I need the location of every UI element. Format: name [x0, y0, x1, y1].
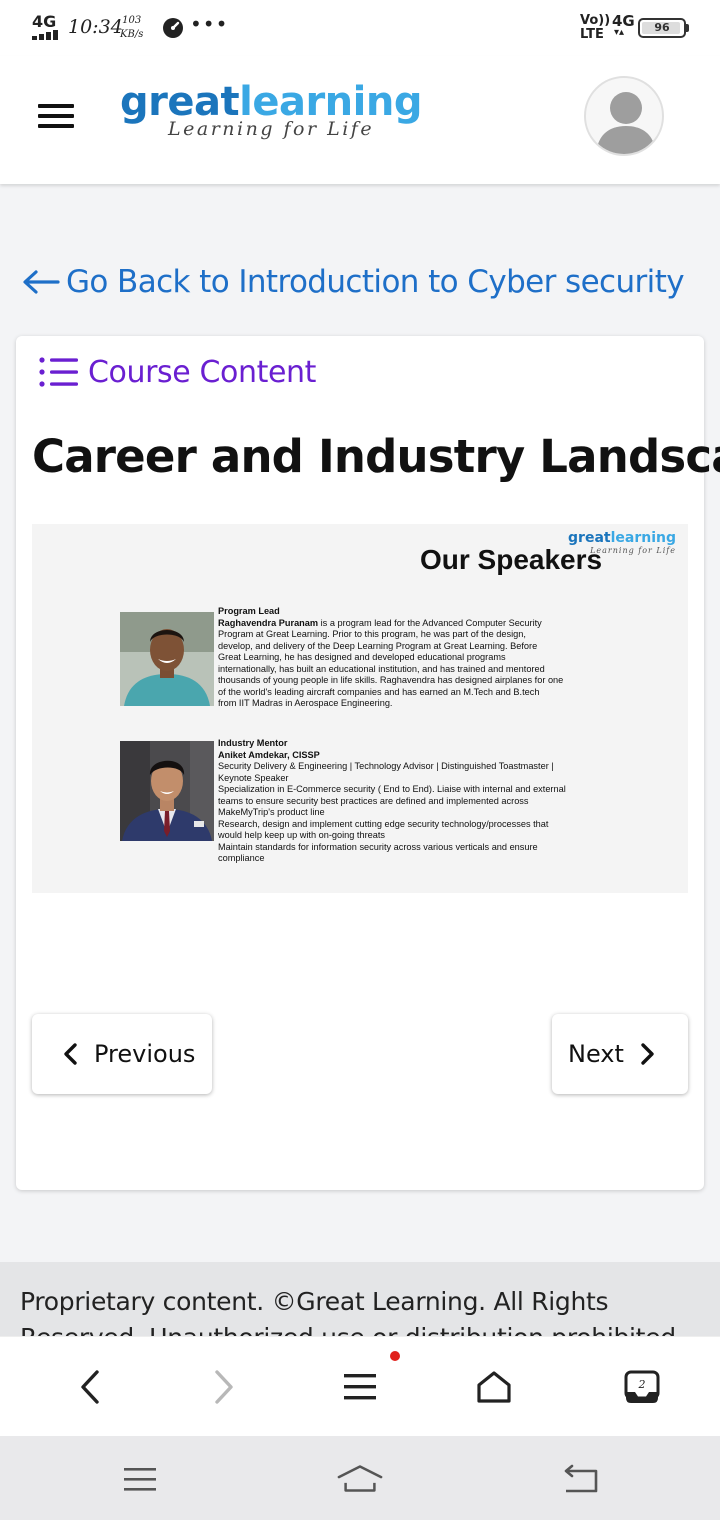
- chevron-right-icon: [641, 1043, 654, 1065]
- notification-dot: [390, 1351, 400, 1361]
- clock: 10:34: [68, 16, 123, 38]
- network-type-right: 4G ▾▴: [612, 12, 635, 38]
- recents-button[interactable]: [116, 1462, 164, 1496]
- network-speed-value: 103: [122, 15, 142, 26]
- speaker-role: Program Lead: [218, 606, 280, 616]
- browser-toolbar: 2: [0, 1336, 720, 1436]
- tabs-count: 2: [638, 1378, 646, 1391]
- previous-button-label: Previous: [94, 1040, 196, 1068]
- speaker-bio-line: is a program lead for the Advanced Compu…: [318, 617, 542, 628]
- course-content-label: Course Content: [88, 354, 316, 390]
- tabs-icon: 2: [624, 1370, 660, 1403]
- home-icon: [337, 1465, 383, 1492]
- network-type-right-label: 4G: [612, 12, 635, 30]
- back-to-course-link[interactable]: Go Back to Introduction to Cyber securit…: [22, 262, 685, 302]
- next-button-label: Next: [568, 1040, 624, 1068]
- app-header: greatlearning Learning for Life: [0, 56, 720, 184]
- speaker-bio-line: develop, and delivery of the Deep Learni…: [218, 640, 538, 651]
- browser-forward-button[interactable]: [200, 1365, 248, 1409]
- previous-button[interactable]: Previous: [32, 1014, 212, 1094]
- great-learning-logo[interactable]: greatlearning Learning for Life: [120, 80, 440, 150]
- speaker-bio-line: of the world's leading aircraft companie…: [218, 686, 540, 697]
- list-icon: [39, 357, 78, 387]
- lesson-card: Course Content Career and Industry Lands…: [16, 336, 720, 1190]
- speaker-bio-line: Keynote Speaker: [218, 772, 289, 783]
- status-bar: 4G 10:34 103 KB/s ••• Vo)) LTE 4G ▾▴ 96: [0, 0, 720, 56]
- next-button[interactable]: Next: [552, 1014, 688, 1094]
- speaker-name: Aniket Amdekar, CISSP: [218, 749, 320, 760]
- slide-logo-learning: learning: [610, 530, 676, 546]
- speaker-bio-line: would help keep up with on-going threats: [218, 830, 386, 840]
- forward-icon: [215, 1370, 233, 1404]
- battery-level: 96: [654, 21, 670, 34]
- speaker-bio-line: thousands of young people in life skills…: [218, 675, 564, 685]
- footer: Proprietary content. ©Great Learning. Al…: [0, 1262, 720, 1336]
- lesson-title: Career and Industry Landscape: [32, 430, 720, 483]
- lte-label: LTE: [580, 27, 604, 42]
- back-link-label: Go Back to Introduction to Cyber securit…: [66, 264, 685, 300]
- recents-icon: [124, 1468, 156, 1491]
- system-home-button[interactable]: [336, 1462, 384, 1496]
- logo-tagline: Learning for Life: [168, 118, 375, 140]
- speaker-bio-line: Program at Great Learning. Prior to this…: [218, 629, 526, 639]
- arrow-left-icon: [23, 270, 60, 294]
- speaker-bio-line: Security Delivery & Engineering | Techno…: [218, 761, 554, 771]
- speaker-photo: [120, 612, 214, 706]
- battery-tip: [686, 24, 689, 32]
- speaker-bio: Program Lead Raghavendra Puranam is a pr…: [218, 606, 598, 710]
- volte-label: Vo)): [580, 13, 611, 28]
- user-silhouette-icon: [596, 92, 656, 154]
- browser-menu-button[interactable]: [336, 1365, 384, 1409]
- speedometer-icon: [163, 18, 183, 38]
- network-speed: 103 KB/s: [120, 14, 143, 42]
- network-speed-unit: KB/s: [120, 29, 144, 40]
- speaker-photo: [120, 741, 214, 841]
- browser-back-button[interactable]: [66, 1365, 114, 1409]
- signal-icon: [32, 30, 60, 40]
- speaker-bio-line: compliance: [218, 853, 265, 863]
- speaker-bio-line: MakeMyTrip's product line: [218, 807, 325, 817]
- speaker-bio-line: internationally, has built an educationa…: [218, 663, 545, 674]
- slide-title: Our Speakers: [420, 544, 603, 575]
- speaker-bio: Industry Mentor Aniket Amdekar, CISSP Se…: [218, 738, 598, 865]
- hamburger-menu-icon[interactable]: [38, 104, 74, 128]
- browser-tabs-button[interactable]: 2: [618, 1365, 666, 1409]
- back-icon: [81, 1370, 99, 1404]
- home-icon: [477, 1371, 511, 1403]
- course-content-link[interactable]: Course Content: [38, 352, 316, 392]
- user-avatar[interactable]: [584, 76, 664, 156]
- speaker-bio-line: from IIT Madras in Aerospace Engineering…: [218, 698, 393, 708]
- volte-indicator: Vo)) LTE: [580, 14, 610, 42]
- network-type: 4G: [32, 12, 57, 31]
- speaker-name: Raghavendra Puranam: [218, 617, 319, 628]
- speaker-bio-line: Research, design and implement cutting e…: [218, 818, 549, 829]
- chevron-left-icon: [64, 1043, 77, 1065]
- copyright-text: Proprietary content. ©Great Learning. Al…: [20, 1287, 684, 1336]
- menu-icon: [344, 1374, 376, 1400]
- speaker-bio-line: Specialization in E-Commerce security ( …: [218, 784, 566, 794]
- more-notifications-icon: •••: [190, 12, 229, 36]
- system-navigation-bar: [0, 1436, 720, 1520]
- speaker-bio-line: Great Learning, he has designed and deve…: [218, 652, 506, 662]
- browser-home-button[interactable]: [470, 1365, 518, 1409]
- speaker-bio-line: Maintain standards for information secur…: [218, 841, 538, 852]
- speaker-role: Industry Mentor: [218, 738, 288, 748]
- battery-icon: 96: [638, 18, 686, 38]
- screen: 4G 10:34 103 KB/s ••• Vo)) LTE 4G ▾▴ 96: [0, 0, 720, 1520]
- back-icon: [564, 1464, 598, 1493]
- lesson-slide: greatlearning Learning for Life Our Spea…: [32, 524, 688, 893]
- system-back-button[interactable]: [556, 1462, 604, 1496]
- speaker-bio-line: teams to ensure security best practices …: [218, 795, 529, 806]
